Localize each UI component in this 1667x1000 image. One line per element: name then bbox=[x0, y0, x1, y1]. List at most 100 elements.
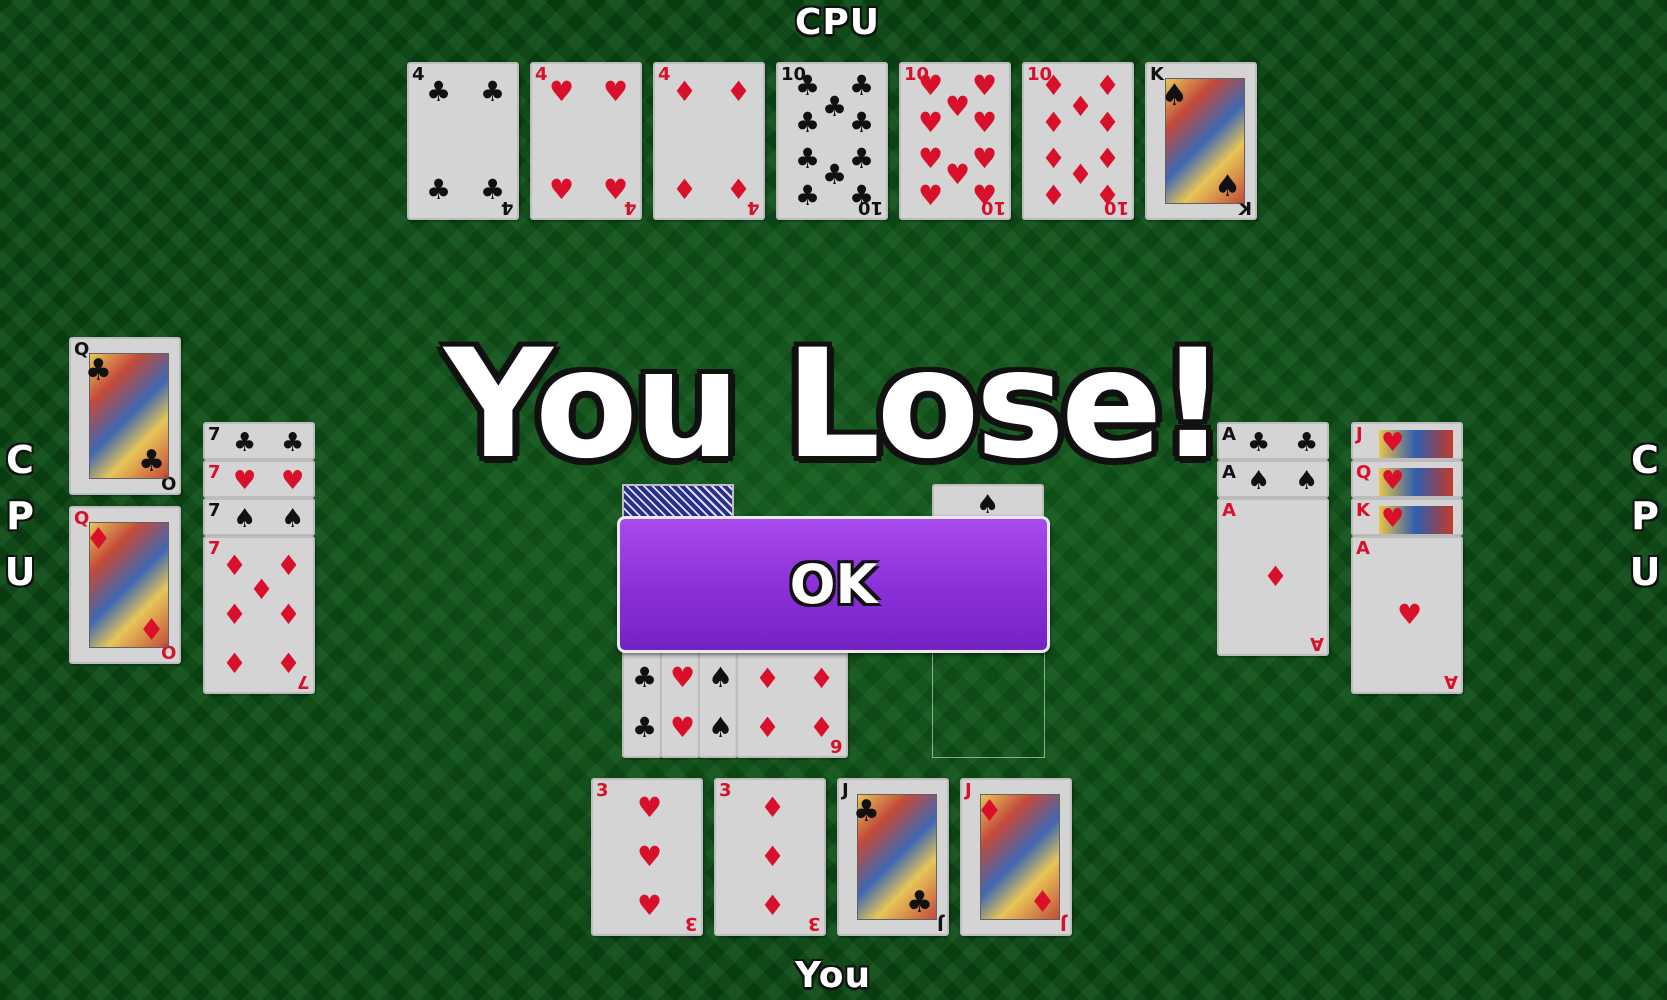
card-pip: ♦ bbox=[1068, 157, 1094, 191]
card-pip: ♥ bbox=[945, 157, 971, 191]
card-pip: ♥ bbox=[918, 179, 944, 213]
card-pip: ♥ bbox=[972, 142, 998, 176]
card-suit: ♠ bbox=[1161, 78, 1188, 113]
bottom-player-label: You bbox=[795, 955, 872, 996]
card-rank: 3 bbox=[719, 780, 732, 801]
card-rank: 7 bbox=[208, 538, 221, 559]
card-pip: ♥ bbox=[670, 711, 696, 744]
card-pip: ♦ bbox=[809, 711, 835, 745]
card-pip: ♥ bbox=[549, 173, 575, 207]
card-pip: ♣ bbox=[849, 142, 875, 176]
card-pip: ♣ bbox=[426, 74, 452, 108]
card-pip: ♦ bbox=[1263, 560, 1289, 593]
card-pip: ♥ bbox=[637, 790, 663, 824]
card-pip: ♦ bbox=[1041, 105, 1067, 139]
left-label-p: P bbox=[6, 494, 34, 538]
left-seven-card: 7 ♠ ♠ bbox=[203, 498, 315, 536]
card-rank-bottom: 3 bbox=[685, 913, 698, 934]
right-run-card: A A ♥ bbox=[1351, 536, 1463, 694]
card-pip: ♦ bbox=[1095, 142, 1121, 176]
card-pip: ♦ bbox=[249, 573, 275, 607]
card-suit: ♣ bbox=[906, 885, 933, 920]
card-rank: A bbox=[1356, 538, 1370, 559]
card-pip: ♥ bbox=[1397, 598, 1423, 631]
card-pip: ♦ bbox=[726, 173, 752, 207]
card-pip: ♣ bbox=[632, 661, 658, 694]
card-pip: ♣ bbox=[426, 173, 452, 207]
card-suit: ♥ bbox=[1381, 504, 1405, 534]
result-message: You Lose! bbox=[444, 318, 1227, 492]
player-hand-card[interactable]: J J ♣ ♣ bbox=[837, 778, 949, 936]
top-meld-card: K K ♠ ♠ bbox=[1145, 62, 1257, 220]
card-pip: ♣ bbox=[849, 68, 875, 102]
top-player-label: CPU bbox=[795, 2, 881, 43]
top-meld-card: 10 10 ♦ ♦ ♦ ♦ ♦ ♦ ♦ ♦ ♦ ♦ bbox=[1022, 62, 1134, 220]
card-rank: J bbox=[842, 780, 849, 801]
card-pip: ♦ bbox=[760, 889, 786, 923]
card-rank-bottom: J bbox=[1060, 913, 1067, 934]
card-pip: ♠ bbox=[233, 504, 257, 534]
left-seven-card: 7 7 ♦ ♦ ♦ ♦ ♦ ♦ ♦ bbox=[203, 536, 315, 694]
card-rank: 7 bbox=[208, 500, 221, 521]
card-pip: ♦ bbox=[1095, 68, 1121, 102]
card-pip: ♠ bbox=[708, 711, 734, 744]
card-pip: ♣ bbox=[849, 179, 875, 213]
card-suit: ♦ bbox=[976, 794, 1003, 829]
card-pip: ♣ bbox=[795, 68, 821, 102]
card-rank-bottom: J bbox=[937, 913, 944, 934]
card-suit: ♦ bbox=[1029, 885, 1056, 920]
card-pip: ♦ bbox=[672, 173, 698, 207]
right-label-p: P bbox=[1631, 494, 1659, 538]
left-label-u: U bbox=[4, 550, 36, 594]
card-pip: ♥ bbox=[637, 889, 663, 923]
card-pip: ♦ bbox=[276, 598, 302, 631]
card-pip: ♦ bbox=[276, 647, 302, 681]
card-rank: 4 bbox=[535, 64, 548, 85]
card-pip: ♥ bbox=[918, 68, 944, 102]
card-pip: ♥ bbox=[972, 105, 998, 139]
card-pip: ♦ bbox=[1095, 105, 1121, 139]
player-hand-card[interactable]: J J ♦ ♦ bbox=[960, 778, 1072, 936]
right-ace-card: A A ♦ bbox=[1217, 498, 1329, 656]
card-pip: ♣ bbox=[480, 74, 506, 108]
card-suit: ♦ bbox=[85, 522, 112, 557]
card-rank: J bbox=[965, 780, 972, 801]
card-pip: ♠ bbox=[281, 504, 305, 534]
card-pip: ♦ bbox=[760, 840, 786, 873]
card-pip: ♦ bbox=[276, 548, 302, 582]
card-pip: ♦ bbox=[222, 548, 248, 582]
top-meld-card: 10 10 ♣ ♣ ♣ ♣ ♣ ♣ ♣ ♣ ♣ ♣ bbox=[776, 62, 888, 220]
empty-discard-slot[interactable] bbox=[932, 650, 1045, 758]
card-pip: ♥ bbox=[637, 840, 663, 873]
top-meld-card: 10 10 ♥ ♥ ♥ ♥ ♥ ♥ ♥ ♥ ♥ ♥ bbox=[899, 62, 1011, 220]
card-pip: ♦ bbox=[672, 74, 698, 108]
card-pip: ♦ bbox=[755, 662, 781, 695]
card-rank-bottom: A bbox=[1310, 633, 1324, 654]
card-pip: ♥ bbox=[603, 74, 629, 108]
card-pip: ♥ bbox=[603, 173, 629, 207]
card-pip: ♣ bbox=[822, 157, 848, 191]
card-rank-bottom: 3 bbox=[808, 913, 821, 934]
card-pip: ♣ bbox=[795, 179, 821, 213]
card-pip: ♦ bbox=[1041, 68, 1067, 102]
card-pip: ♦ bbox=[726, 74, 752, 108]
card-pip: ♥ bbox=[918, 142, 944, 176]
ok-button[interactable]: OK bbox=[617, 516, 1050, 653]
top-meld-card: 4 4 ♦ ♦ ♦ ♦ bbox=[653, 62, 765, 220]
card-pip: ♥ bbox=[670, 661, 696, 694]
card-pip: ♦ bbox=[222, 598, 248, 631]
card-pip: ♦ bbox=[1068, 90, 1094, 124]
player-hand-card[interactable]: 3 3 ♥ ♥ ♥ bbox=[591, 778, 703, 936]
card-pip: ♦ bbox=[760, 790, 786, 824]
card-pip: ♣ bbox=[795, 105, 821, 139]
card-pip: ♥ bbox=[945, 90, 971, 124]
player-hand-card[interactable]: 3 3 ♦ ♦ ♦ bbox=[714, 778, 826, 936]
card-pip: ♣ bbox=[849, 105, 875, 139]
card-pip: ♣ bbox=[822, 90, 848, 124]
card-rank: K bbox=[1356, 500, 1370, 521]
card-pip: ♥ bbox=[549, 74, 575, 108]
card-pip: ♦ bbox=[1095, 179, 1121, 213]
card-rank: 4 bbox=[658, 64, 671, 85]
card-pip: ♦ bbox=[1041, 142, 1067, 176]
card-suit: ♣ bbox=[853, 794, 880, 829]
